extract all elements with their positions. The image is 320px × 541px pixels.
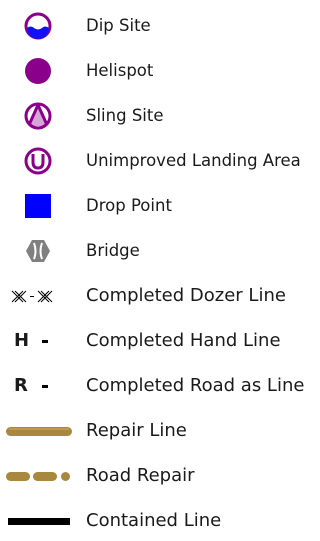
legend-label: Drop Point — [86, 196, 172, 215]
legend-label: Sling Site — [86, 106, 164, 125]
legend-label: Completed Dozer Line — [86, 285, 286, 306]
legend-label: Repair Line — [86, 420, 187, 441]
map-legend: Dip Site Helispot Sling Site Unimproved … — [0, 0, 310, 539]
legend-label: Helispot — [86, 61, 154, 80]
legend-label: Dip Site — [86, 16, 151, 35]
legend-label: Unimproved Landing Area — [86, 151, 301, 170]
completed-road-as-line-icon: R — [0, 366, 74, 406]
legend-item-dip-site: Dip Site — [0, 6, 310, 46]
legend-label: Bridge — [86, 241, 140, 260]
legend-item-repair-line: Repair Line — [0, 411, 310, 451]
legend-item-helispot: Helispot — [0, 51, 310, 91]
legend-item-road-repair: Road Repair — [0, 456, 310, 496]
contained-line-icon — [0, 501, 74, 541]
completed-dozer-line-icon — [0, 276, 74, 316]
legend-item-bridge: Bridge — [0, 231, 310, 271]
legend-item-completed-hand-line: H Completed Hand Line — [0, 321, 310, 361]
legend-label: Contained Line — [86, 510, 222, 531]
legend-item-sling-site: Sling Site — [0, 96, 310, 136]
bridge-icon — [0, 231, 74, 271]
legend-label: Completed Road as Line — [86, 375, 305, 396]
road-repair-icon — [0, 456, 74, 496]
legend-label: Completed Hand Line — [86, 330, 281, 351]
completed-hand-line-icon: H — [0, 321, 74, 361]
repair-line-icon — [0, 411, 74, 451]
legend-item-completed-dozer-line: Completed Dozer Line — [0, 276, 310, 316]
legend-item-contained-line: Contained Line — [0, 501, 310, 541]
legend-item-drop-point: Drop Point — [0, 186, 310, 226]
dip-site-icon — [0, 6, 74, 46]
unimproved-landing-area-icon — [0, 141, 74, 181]
legend-item-completed-road-as-line: R Completed Road as Line — [0, 366, 310, 406]
drop-point-icon — [0, 186, 74, 226]
sling-site-icon — [0, 96, 74, 136]
legend-label: Road Repair — [86, 465, 195, 486]
helispot-icon — [0, 51, 74, 91]
legend-item-unimproved-landing-area: Unimproved Landing Area — [0, 141, 310, 181]
